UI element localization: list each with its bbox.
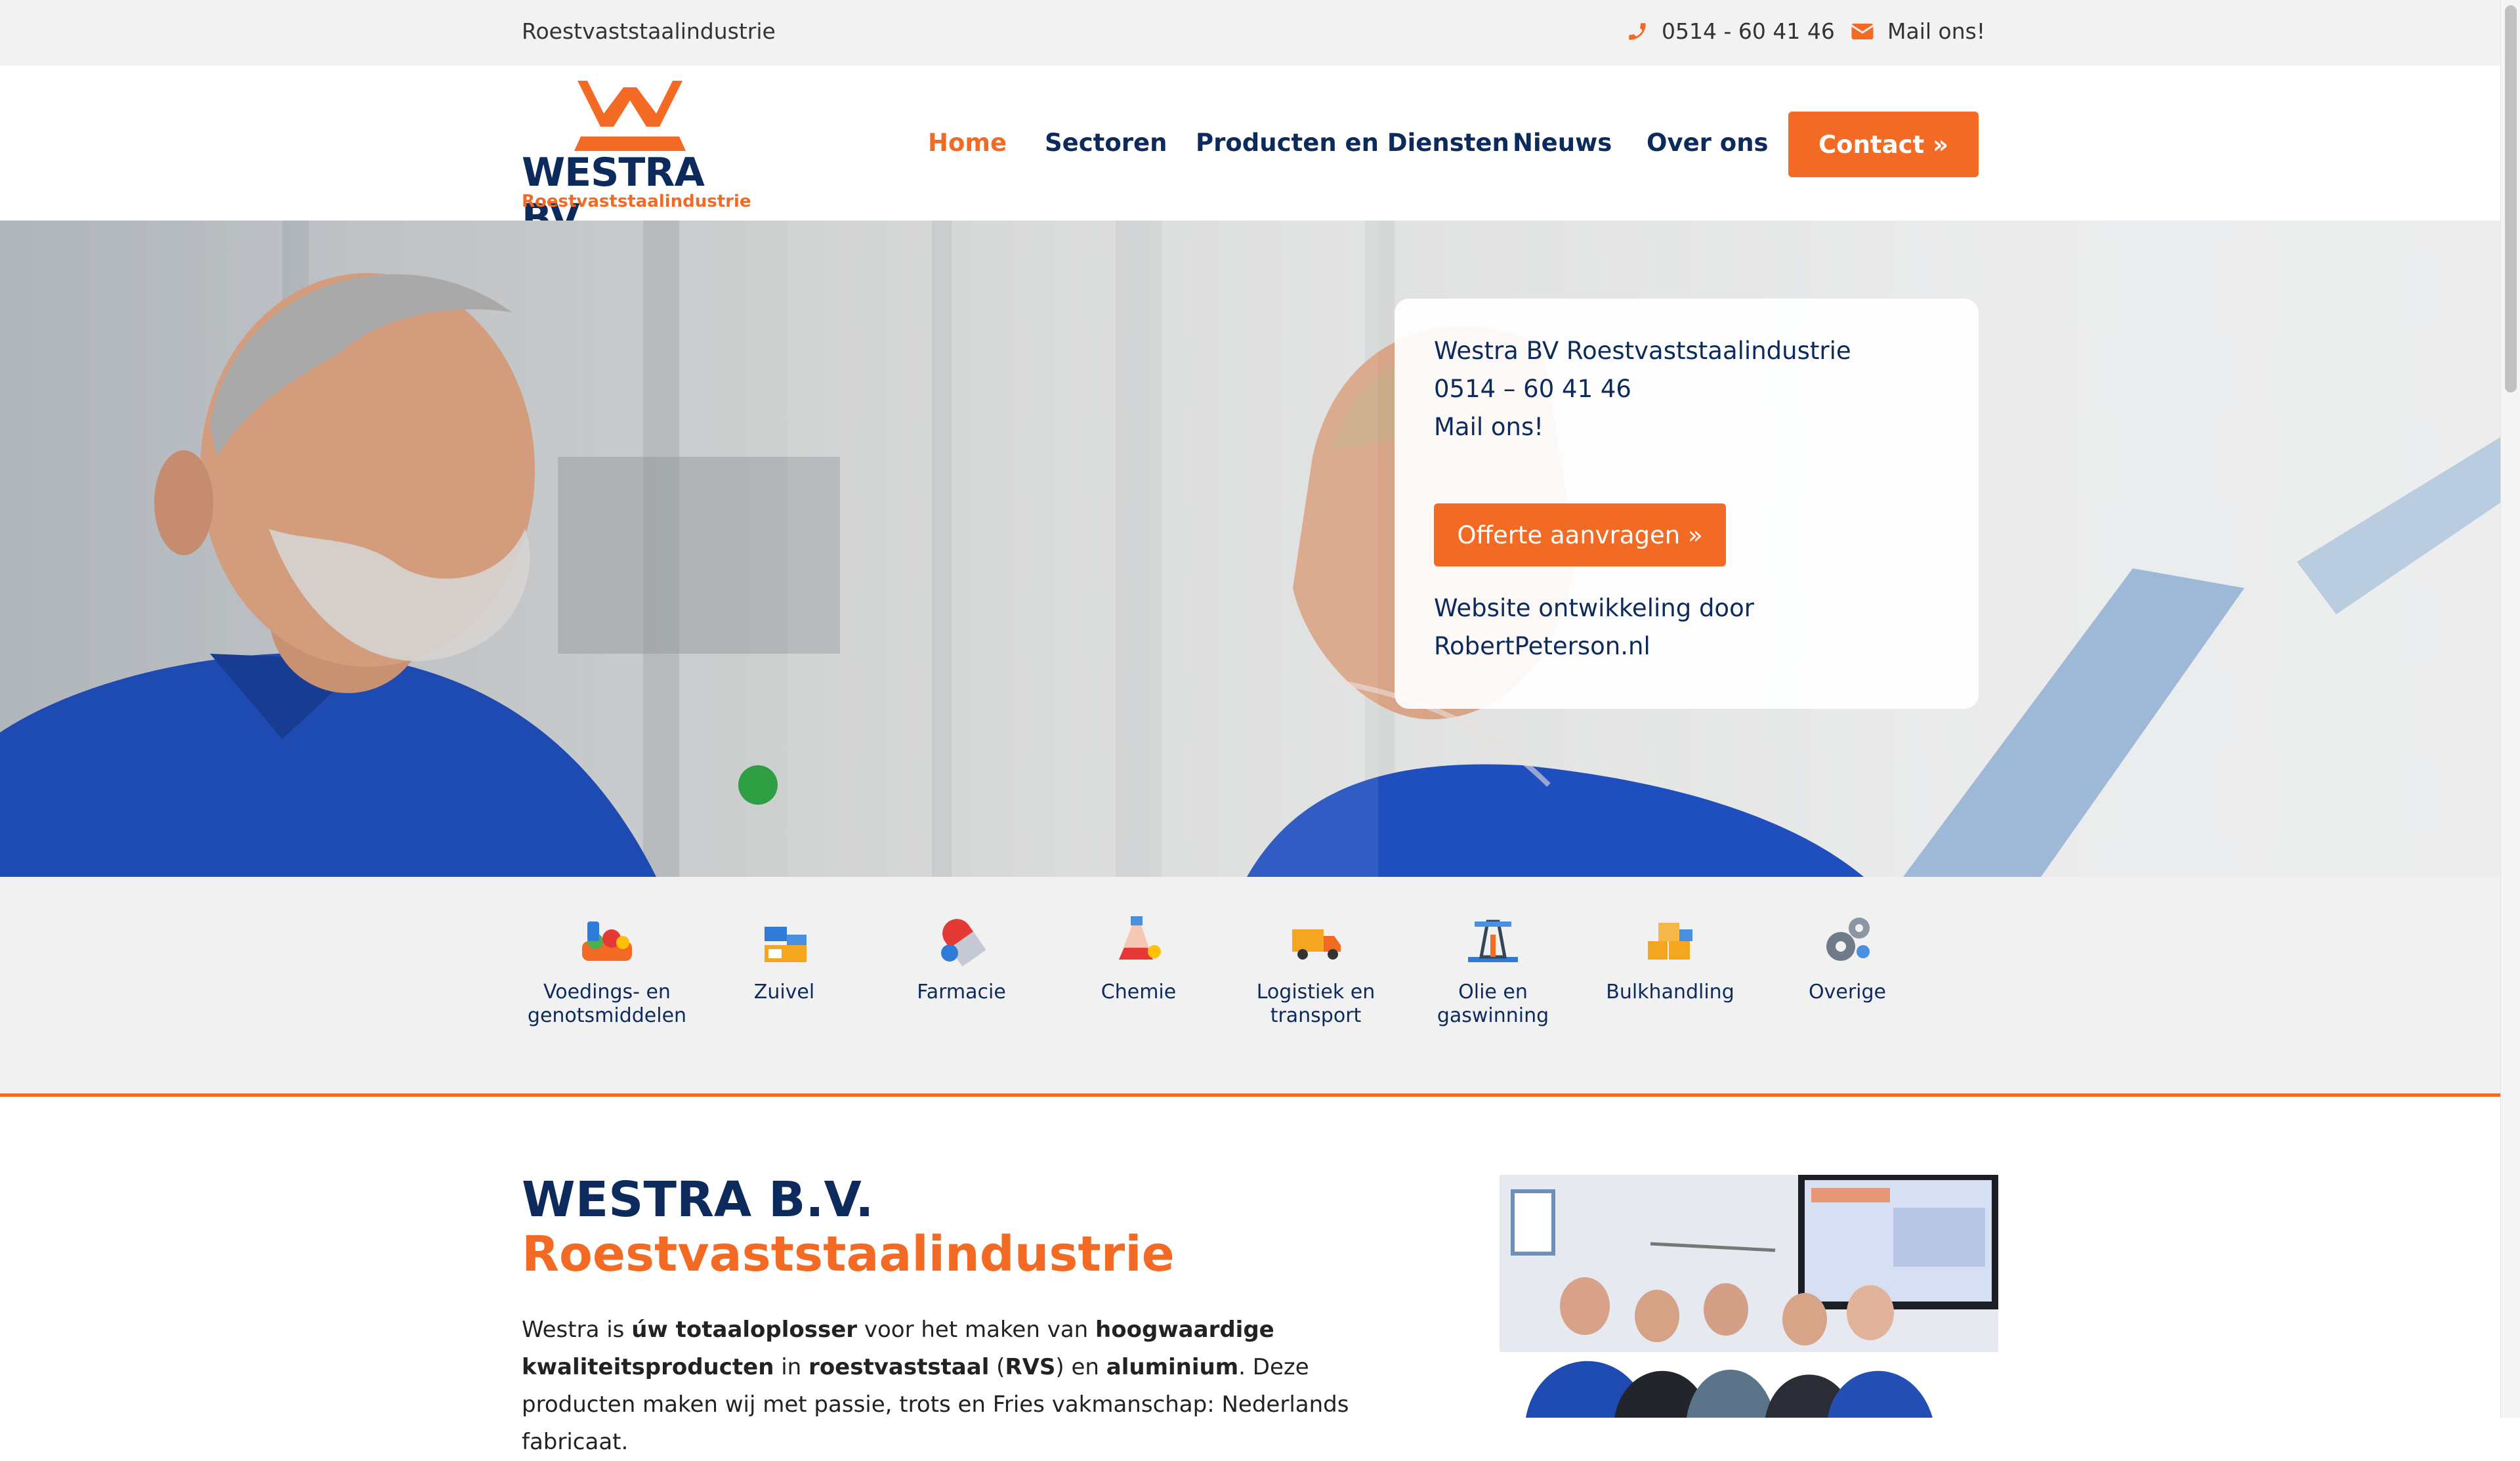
hero-company-name: Westra BV Roestvaststaalindustrie <box>1434 337 1851 365</box>
sector-logistiek-en-transport[interactable]: Logistiek en transport <box>1227 908 1404 1028</box>
intro-bold: roestvaststaal <box>808 1354 990 1380</box>
nav-over-ons[interactable]: Over ons <box>1647 129 1769 157</box>
sector-label: Olie en gaswinning <box>1437 981 1549 1027</box>
hero-banner: Westra BV Roestvaststaalindustrie 0514 –… <box>0 221 2500 877</box>
logo-subtitle: Roestvaststaalindustrie <box>522 192 751 211</box>
offerte-button[interactable]: Offerte aanvragen » <box>1434 503 1726 566</box>
envelope-icon <box>1851 23 1874 39</box>
intro-text: voor het maken van <box>857 1317 1096 1343</box>
sector-overige[interactable]: Overige <box>1759 908 1936 1004</box>
sector-zuivel[interactable]: Zuivel <box>696 908 873 1004</box>
topbar-mail-link[interactable]: Mail ons! <box>1851 18 1985 44</box>
nav-producten-en-diensten[interactable]: Producten en Diensten <box>1196 129 1509 157</box>
hero-info-panel: Westra BV Roestvaststaalindustrie 0514 –… <box>1395 299 1979 709</box>
intro-text: in <box>774 1354 809 1380</box>
sector-farmacie[interactable]: Farmacie <box>873 908 1050 1004</box>
page-title: WESTRA B.V. <box>522 1172 874 1228</box>
dairy-icon <box>765 927 807 962</box>
intro-text: ) en <box>1055 1354 1106 1380</box>
topbar-phone-text: 0514 - 60 41 46 <box>1662 18 1835 44</box>
hero-credit-link[interactable]: RobertPeterson.nl <box>1434 632 1650 660</box>
team-photo <box>1500 1175 1998 1418</box>
crates-icon <box>1648 923 1692 960</box>
gears-icon <box>1826 918 1870 961</box>
hero-mail-link[interactable]: Mail ons! <box>1434 413 1544 441</box>
site-logo[interactable]: WESTRA BV Roestvaststaalindustrie <box>522 77 751 242</box>
westra-logo-mark <box>574 81 686 151</box>
intro-bold: RVS <box>1005 1354 1056 1380</box>
oil-rig-icon <box>1468 920 1518 962</box>
food-icon <box>582 921 632 961</box>
scrollbar-thumb[interactable] <box>2505 5 2517 392</box>
truck-icon <box>1292 929 1341 960</box>
topbar-phone-link[interactable]: 0514 - 60 41 46 <box>1626 18 1835 44</box>
intro-text: Westra is <box>522 1317 632 1343</box>
intro-text: ( <box>989 1354 1005 1380</box>
page-subtitle: Roestvaststaalindustrie <box>522 1226 1175 1282</box>
pill-icon <box>941 919 986 967</box>
sectors-bar: Voedings- en genotsmiddelen Zuivel Farma… <box>0 877 2500 1097</box>
sector-label: Logistiek en transport <box>1256 981 1376 1027</box>
page-scrollbar[interactable] <box>2500 0 2520 1418</box>
sector-label: Farmacie <box>917 981 1006 1004</box>
hero-photo <box>0 221 2500 877</box>
intro-bold: úw totaaloplosser <box>631 1317 858 1343</box>
top-bar: Roestvaststaalindustrie 0514 - 60 41 46 … <box>0 0 2500 66</box>
sector-label: Bulkhandling <box>1606 981 1734 1004</box>
sector-label: Chemie <box>1101 981 1177 1004</box>
sector-bulkhandling[interactable]: Bulkhandling <box>1582 908 1759 1004</box>
sector-chemie[interactable]: Chemie <box>1050 908 1227 1004</box>
nav-home[interactable]: Home <box>928 129 1007 157</box>
sector-label: Overige <box>1809 981 1886 1004</box>
topbar-brand: Roestvaststaalindustrie <box>522 18 776 44</box>
nav-nieuws[interactable]: Nieuws <box>1513 129 1612 157</box>
contact-button[interactable]: Contact » <box>1788 112 1979 177</box>
nav-sectoren[interactable]: Sectoren <box>1045 129 1167 157</box>
topbar-mail-text: Mail ons! <box>1887 18 1986 44</box>
sector-voedings-en-genotsmiddelen[interactable]: Voedings- en genotsmiddelen <box>518 908 696 1028</box>
sector-label: Voedings- en genotsmiddelen <box>527 981 687 1027</box>
intro-bold: aluminium <box>1106 1354 1239 1380</box>
sector-label: Zuivel <box>753 981 815 1004</box>
flask-icon <box>1119 916 1161 960</box>
phone-icon <box>1629 22 1646 40</box>
hero-phone-link[interactable]: 0514 – 60 41 46 <box>1434 375 1631 403</box>
intro-paragraph: Westra is úw totaaloplosser voor het mak… <box>522 1311 1388 1461</box>
team-photo-illustration <box>1500 1175 1998 1418</box>
sector-olie-en-gaswinning[interactable]: Olie en gaswinning <box>1404 908 1582 1028</box>
hero-credit-text: Website ontwikkeling door <box>1434 594 1754 622</box>
